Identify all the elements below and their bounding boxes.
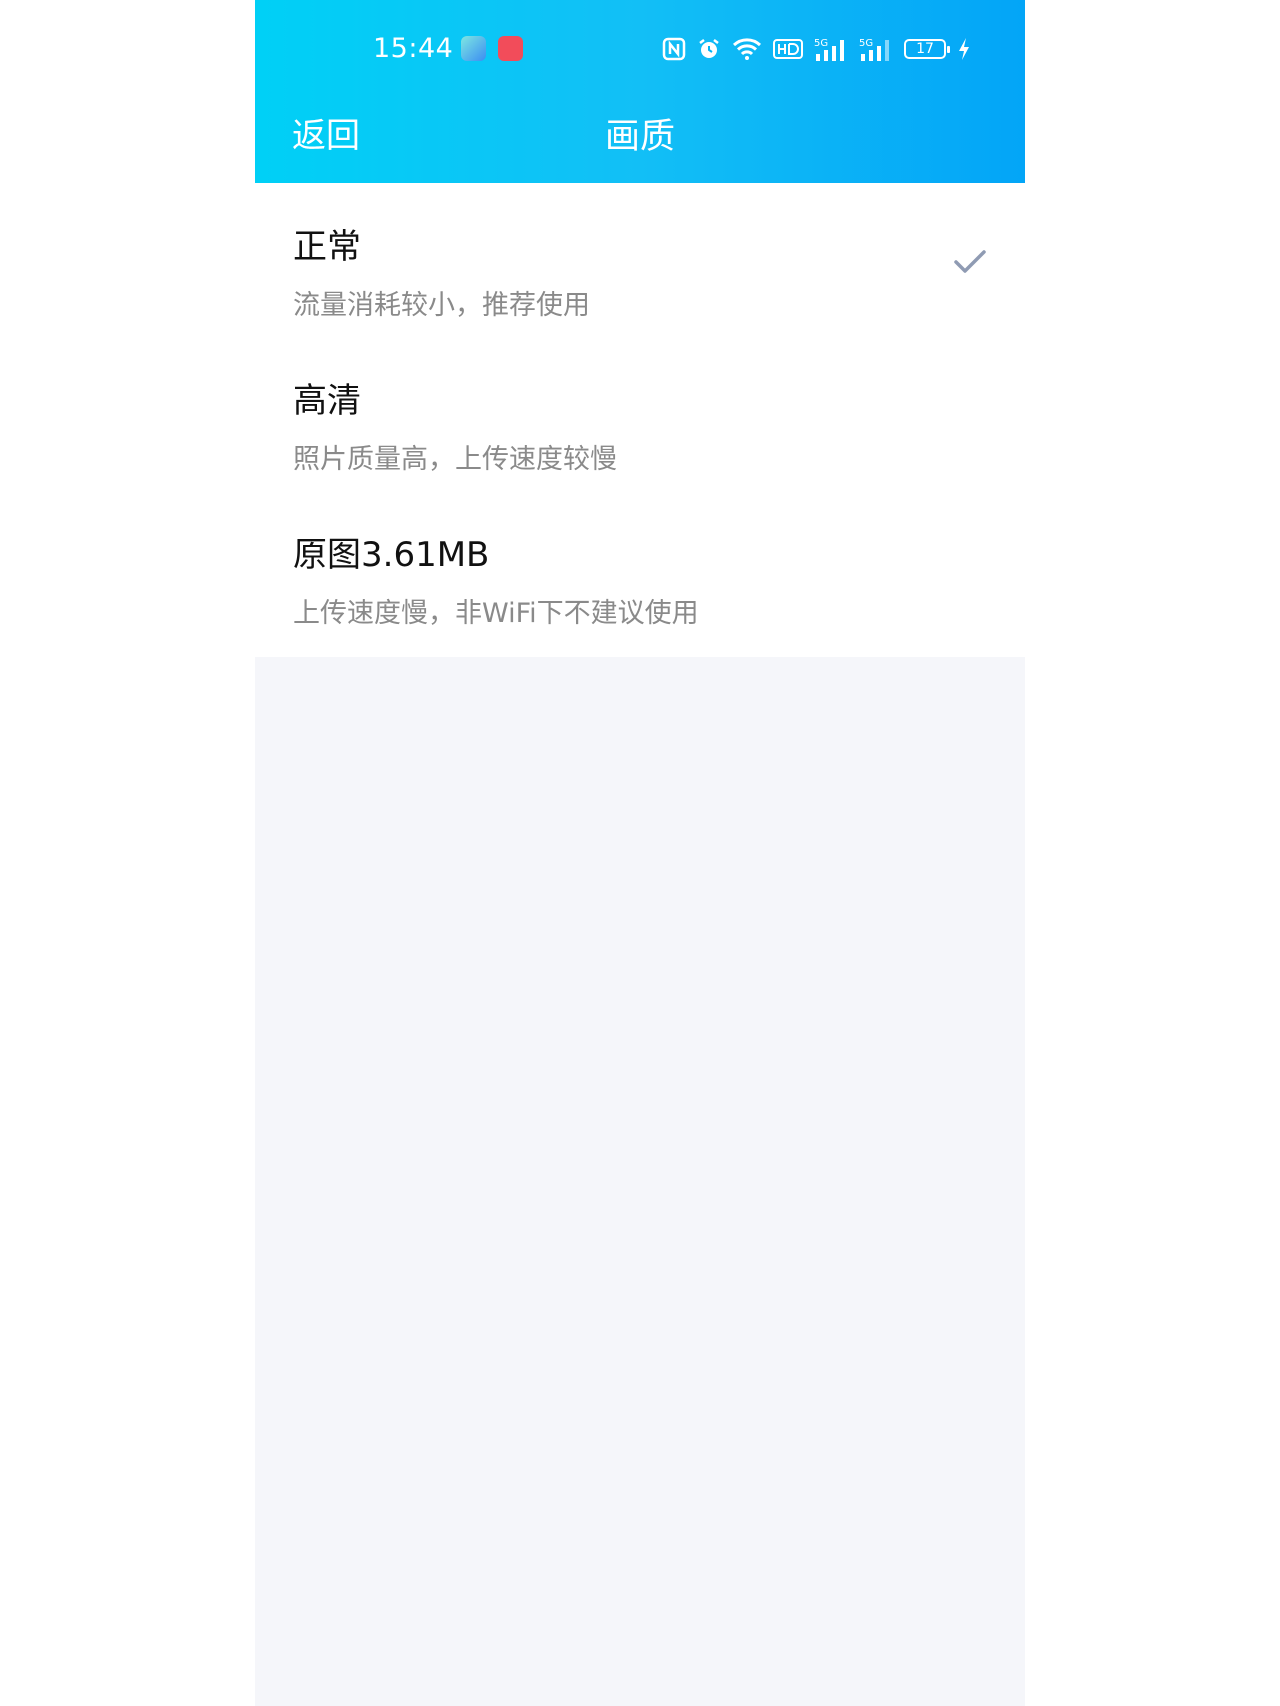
option-title: 正常	[293, 227, 361, 267]
top-bar: 15:44 5G 5G 17 返回 画质	[255, 0, 1025, 183]
option-title: 高清	[293, 381, 361, 421]
nfc-icon	[662, 37, 686, 61]
hd-icon	[773, 39, 803, 59]
signal-5g-icon: 5G	[814, 38, 844, 61]
page-title: 画质	[604, 117, 675, 157]
charging-icon	[959, 38, 969, 60]
quality-screen: 15:44 5G 5G 17 返回 画质 正常 流量消耗较小，推荐使用 高清 照…	[255, 0, 1025, 1706]
check-icon	[954, 250, 986, 273]
alarm-icon	[699, 39, 719, 58]
option-description: 照片质量高，上传速度较慢	[293, 444, 617, 475]
app-notification-icon	[498, 36, 523, 61]
status-bar: 15:44 5G 5G 17	[255, 0, 1025, 96]
option-description: 上传速度慢，非WiFi下不建议使用	[293, 598, 699, 629]
wifi-icon	[732, 38, 762, 60]
option-original[interactable]: 原图3.61MB 上传速度慢，非WiFi下不建议使用	[255, 491, 1025, 657]
status-time: 15:44	[373, 33, 454, 64]
quality-option-list: 正常 流量消耗较小，推荐使用 高清 照片质量高，上传速度较慢 原图3.61MB …	[255, 183, 1025, 657]
status-icons: 5G 5G 17	[662, 34, 971, 64]
signal-5g-icon: 5G	[859, 38, 889, 61]
battery-icon: 17	[904, 39, 950, 59]
option-description: 流量消耗较小，推荐使用	[293, 290, 590, 321]
svg-text:5G: 5G	[814, 38, 828, 49]
option-hd[interactable]: 高清 照片质量高，上传速度较慢	[255, 337, 1025, 491]
svg-text:5G: 5G	[859, 38, 873, 49]
app-notification-icon	[461, 36, 486, 61]
nav-bar: 返回 画质	[255, 96, 1025, 183]
option-normal[interactable]: 正常 流量消耗较小，推荐使用	[255, 183, 1025, 337]
option-title: 原图3.61MB	[293, 535, 490, 575]
